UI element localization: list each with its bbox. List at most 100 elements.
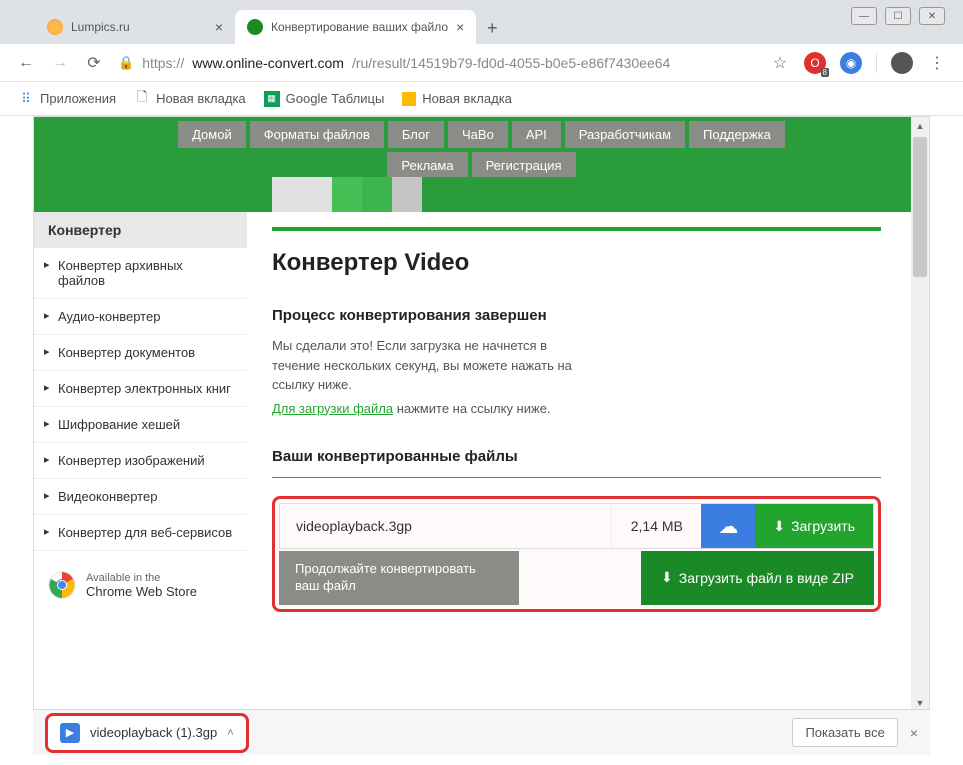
new-tab-button[interactable]: +: [476, 12, 508, 44]
nav-item[interactable]: Регистрация: [472, 152, 576, 179]
download-zip-button[interactable]: ⬇ Загрузить файл в виде ZIP: [641, 551, 874, 605]
sidebar: Конвертер Конвертер архивных файлов Ауди…: [34, 212, 247, 632]
file-icon: ▶: [60, 723, 80, 743]
favicon-icon: [247, 19, 263, 35]
site-header: Домой Форматы файлов Блог ЧаВо API Разра…: [34, 117, 929, 212]
url-prefix: https://: [142, 55, 184, 71]
sidebar-item-video[interactable]: Видеоконвертер: [34, 479, 247, 515]
tab-title: Lumpics.ru: [71, 20, 130, 34]
cloud-upload-button[interactable]: ☁: [701, 504, 755, 548]
process-heading: Процесс конвертирования завершен: [272, 307, 881, 324]
file-name: videoplayback.3gp: [280, 504, 611, 548]
divider: [272, 477, 881, 478]
address-bar: ← → ⟳ 🔒 https:// www.online-convert.com/r…: [0, 44, 963, 82]
download-icon: ⬇: [661, 569, 673, 586]
tab-strip: Lumpics.ru × Конвертирование ваших файло…: [0, 0, 963, 44]
webstore-text: Chrome Web Store: [86, 584, 197, 599]
lock-icon: 🔒: [118, 55, 134, 71]
download-filename: videoplayback (1).3gp: [90, 725, 217, 740]
file-row: videoplayback.3gp 2,14 MB ☁ ⬇ Загрузить: [279, 503, 874, 549]
sheets-icon: ▦: [264, 91, 280, 107]
chrome-icon: [48, 571, 76, 599]
chevron-up-icon[interactable]: ˄: [227, 727, 233, 739]
maximize-button[interactable]: ☐: [885, 7, 911, 25]
window-controls: — ☐ ✕: [851, 7, 945, 25]
avatar-icon[interactable]: [891, 52, 913, 74]
scrollbar[interactable]: ▲ ▼: [911, 117, 929, 712]
url-host: www.online-convert.com: [192, 55, 344, 71]
sidebar-item-ebooks[interactable]: Конвертер электронных книг: [34, 371, 247, 407]
sidebar-header: Конвертер: [34, 212, 247, 248]
nav-item[interactable]: Домой: [178, 121, 246, 148]
continue-button[interactable]: Продолжайте конвертировать ваш файл: [279, 551, 519, 605]
webstore-promo[interactable]: Available in the Chrome Web Store: [34, 551, 247, 619]
top-nav: Домой Форматы файлов Блог ЧаВо API Разра…: [34, 117, 929, 152]
accent-border: [272, 227, 881, 231]
zip-label: Загрузить файл в виде ZIP: [679, 570, 854, 586]
tab-close-icon[interactable]: ×: [456, 19, 464, 35]
menu-icon[interactable]: ⋮: [927, 53, 947, 73]
scrollbar-thumb[interactable]: [913, 137, 927, 277]
banner-decoration: [34, 177, 929, 212]
bottom-row: Продолжайте конвертировать ваш файл ⬇ За…: [279, 551, 874, 605]
tab-title: Конвертирование ваших файло: [271, 20, 448, 34]
back-button[interactable]: ←: [16, 53, 36, 73]
tab-close-icon[interactable]: ×: [215, 19, 223, 35]
extension-icon[interactable]: O8: [804, 52, 826, 74]
nav-item[interactable]: ЧаВо: [448, 121, 508, 148]
download-link-line: Для загрузки файла нажмите на ссылку ниж…: [272, 399, 592, 419]
tab-convert[interactable]: Конвертирование ваших файло ×: [235, 10, 476, 44]
sidebar-item-hash[interactable]: Шифрование хешей: [34, 407, 247, 443]
files-heading: Ваши конвертированные файлы: [272, 448, 881, 465]
minimize-button[interactable]: —: [851, 7, 877, 25]
bookmark-apps[interactable]: ⠿ Приложения: [18, 91, 116, 107]
bookmark-sheets[interactable]: ▦ Google Таблицы: [264, 91, 385, 107]
page-title: Конвертер Video: [272, 249, 881, 277]
content: Конвертер Конвертер архивных файлов Ауди…: [34, 212, 929, 632]
download-label: Загрузить: [791, 518, 855, 534]
apps-icon: ⠿: [18, 91, 34, 107]
download-button[interactable]: ⬇ Загрузить: [755, 504, 873, 548]
scroll-up-icon[interactable]: ▲: [911, 117, 929, 135]
window-close-button[interactable]: ✕: [919, 7, 945, 25]
url-field[interactable]: 🔒 https:// www.online-convert.com/ru/resu…: [118, 55, 756, 71]
nav-item[interactable]: Поддержка: [689, 121, 785, 148]
bookmark-label: Новая вкладка: [422, 91, 512, 106]
page-icon: [402, 92, 416, 106]
bookmarks-bar: ⠿ Приложения 🗋 Новая вкладка ▦ Google Та…: [0, 82, 963, 116]
nav-item[interactable]: Реклама: [387, 152, 467, 179]
webstore-text: Available in the: [86, 572, 197, 584]
nav-item[interactable]: Блог: [388, 121, 444, 148]
nav-item[interactable]: Форматы файлов: [250, 121, 384, 148]
tab-lumpics[interactable]: Lumpics.ru ×: [35, 10, 235, 44]
bookmark-label: Новая вкладка: [156, 91, 246, 106]
url-path: /ru/result/14519b79-fd0d-4055-b0e5-e86f7…: [352, 55, 670, 71]
download-item[interactable]: ▶ videoplayback (1).3gp ˄: [45, 713, 249, 753]
main: Конвертер Video Процесс конвертирования …: [247, 212, 911, 632]
sidebar-item-images[interactable]: Конвертер изображений: [34, 443, 247, 479]
bookmark-newtab[interactable]: 🗋 Новая вкладка: [134, 91, 246, 107]
nav-item[interactable]: Разработчикам: [565, 121, 685, 148]
reload-button[interactable]: ⟳: [84, 53, 104, 73]
star-icon[interactable]: ☆: [770, 53, 790, 73]
sidebar-item-documents[interactable]: Конвертер документов: [34, 335, 247, 371]
show-all-button[interactable]: Показать все: [792, 718, 897, 747]
download-shelf: ▶ videoplayback (1).3gp ˄ Показать все ×: [33, 709, 930, 755]
result-highlight: videoplayback.3gp 2,14 MB ☁ ⬇ Загрузить …: [272, 496, 881, 612]
file-size: 2,14 MB: [611, 504, 701, 548]
link-tail: нажмите на ссылку ниже.: [393, 401, 550, 416]
download-link[interactable]: Для загрузки файла: [272, 401, 393, 416]
sidebar-item-web[interactable]: Конвертер для веб-сервисов: [34, 515, 247, 551]
page-icon: 🗋: [134, 91, 150, 107]
sidebar-item-audio[interactable]: Аудио-конвертер: [34, 299, 247, 335]
favicon-icon: [47, 19, 63, 35]
close-shelf-button[interactable]: ×: [910, 725, 918, 741]
forward-button[interactable]: →: [50, 53, 70, 73]
download-icon: ⬇: [773, 518, 785, 535]
nav-item[interactable]: API: [512, 121, 561, 148]
extension-icon[interactable]: ◉: [840, 52, 862, 74]
sidebar-item-archive[interactable]: Конвертер архивных файлов: [34, 248, 247, 299]
bookmark-label: Google Таблицы: [286, 91, 385, 106]
bookmark-newtab2[interactable]: Новая вкладка: [402, 91, 512, 106]
page-viewport: Домой Форматы файлов Блог ЧаВо API Разра…: [33, 116, 930, 713]
